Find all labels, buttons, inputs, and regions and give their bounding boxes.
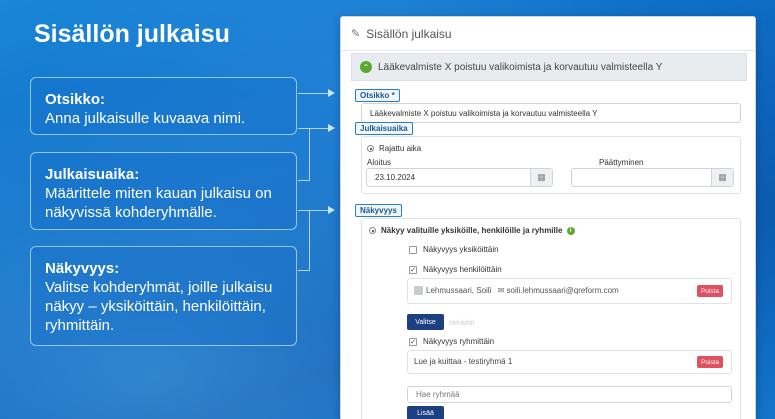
henkiloittain-label: Näkyvyys henkilöittäin bbox=[423, 265, 502, 274]
callout-heading: Julkaisuaika: bbox=[45, 166, 140, 183]
radio-icon bbox=[369, 227, 376, 235]
paattyminen-label: Päättyminen bbox=[599, 158, 644, 167]
connector-line bbox=[310, 128, 330, 129]
rajattu-label: Rajattu aika bbox=[379, 144, 422, 153]
person-name: Lehmussaari, Soili bbox=[426, 286, 492, 295]
group-name: Lue ja kuittaa - testiryhmä 1 bbox=[414, 357, 513, 366]
callout-heading: Otsikko: bbox=[45, 91, 106, 108]
aloitus-date-input[interactable]: 23.10.2024 ▦ bbox=[366, 168, 553, 187]
ghost-text: Henkilöt bbox=[449, 320, 475, 327]
group-search-input[interactable]: Hae ryhmää bbox=[407, 386, 732, 403]
otsikko-label: Otsikko * bbox=[355, 89, 400, 102]
ryhmittain-label: Näkyvyys ryhmittäin bbox=[423, 337, 495, 346]
remove-group-button[interactable]: Poista bbox=[697, 356, 723, 368]
publish-panel: ✎ Sisällön julkaisu ⌃ Lääkevalmiste X po… bbox=[340, 16, 756, 419]
checkbox-icon: ✓ bbox=[409, 265, 417, 274]
arrow-icon bbox=[328, 206, 335, 214]
rajattu-radio[interactable]: Rajattu aika bbox=[367, 144, 421, 153]
callout-julkaisuaika: Julkaisuaika: Määrittele miten kauan jul… bbox=[30, 152, 297, 230]
envelope-icon: ✉ bbox=[497, 286, 505, 295]
slide-title: Sisällön julkaisu bbox=[34, 20, 230, 48]
ryhmittain-checkbox[interactable]: ✓ Näkyvyys ryhmittäin bbox=[409, 337, 494, 346]
panel-header: ✎ Sisällön julkaisu bbox=[341, 17, 755, 51]
callout-otsikko: Otsikko: Anna julkaisulle kuvaava nimi. bbox=[30, 77, 297, 135]
connector-line bbox=[310, 210, 330, 211]
aloitus-label: Aloitus bbox=[367, 158, 392, 167]
callout-text: Määrittele miten kauan julkaisu on näkyv… bbox=[45, 185, 272, 221]
nakyvyys-label: Näkyvyys bbox=[355, 204, 402, 217]
person-email: soili.lehmussaari@qreform.com bbox=[506, 286, 619, 295]
connector-line bbox=[298, 210, 310, 270]
person-info: Lehmussaari, Soili ✉ soili.lehmussaari@q… bbox=[414, 286, 619, 296]
checkbox-icon bbox=[409, 245, 417, 254]
yksikoittain-label: Näkyvyys yksiköittäin bbox=[423, 245, 499, 254]
user-icon bbox=[414, 286, 423, 296]
paattyminen-date-input[interactable]: ▦ bbox=[571, 168, 734, 187]
calendar-icon[interactable]: ▦ bbox=[530, 169, 552, 186]
chevron-up-icon[interactable]: ⌃ bbox=[360, 61, 372, 73]
panel-header-title: Sisällön julkaisu bbox=[366, 26, 452, 41]
valitse-button[interactable]: Valitse bbox=[407, 314, 444, 330]
julkaisuaika-label: Julkaisuaika bbox=[355, 122, 413, 135]
henkiloittain-checkbox[interactable]: ✓ Näkyvyys henkilöittäin bbox=[409, 265, 502, 274]
remove-person-button[interactable]: Poista bbox=[697, 285, 723, 297]
connector-line bbox=[298, 270, 310, 271]
yksikoittain-checkbox[interactable]: Näkyvyys yksiköittäin bbox=[409, 245, 499, 254]
info-icon: i bbox=[566, 226, 575, 235]
callout-text: Anna julkaisulle kuvaava nimi. bbox=[45, 110, 246, 127]
comment-icon: ✎ bbox=[351, 28, 361, 40]
connector-line bbox=[298, 128, 310, 180]
arrow-icon bbox=[328, 124, 335, 132]
nakyy-label: Näkyy valituille yksiköille, henkilöille… bbox=[381, 226, 563, 235]
radio-icon bbox=[367, 145, 374, 153]
checkbox-icon: ✓ bbox=[409, 337, 417, 346]
connector-line bbox=[298, 180, 310, 181]
callout-heading: Näkyvyys: bbox=[45, 260, 120, 277]
callout-text: Valitse kohderyhmät, joille julkaisu näk… bbox=[45, 279, 273, 334]
callout-nakyvyys: Näkyvyys: Valitse kohderyhmät, joille ju… bbox=[30, 246, 297, 346]
calendar-icon[interactable]: ▦ bbox=[711, 169, 733, 186]
lisaa-button[interactable]: Lisää bbox=[407, 406, 444, 419]
aloitus-value: 23.10.2024 bbox=[375, 173, 416, 182]
title-banner[interactable]: ⌃ Lääkevalmiste X poistuu valikoimista j… bbox=[351, 53, 747, 81]
banner-text: Lääkevalmiste X poistuu valikoimista ja … bbox=[378, 61, 663, 73]
connector-line bbox=[298, 93, 330, 94]
nakyy-radio[interactable]: Näkyy valituille yksiköille, henkilöille… bbox=[369, 226, 575, 235]
arrow-icon bbox=[328, 89, 335, 97]
otsikko-input[interactable]: Lääkevalmiste X poistuu valikoimista ja … bbox=[361, 103, 741, 123]
